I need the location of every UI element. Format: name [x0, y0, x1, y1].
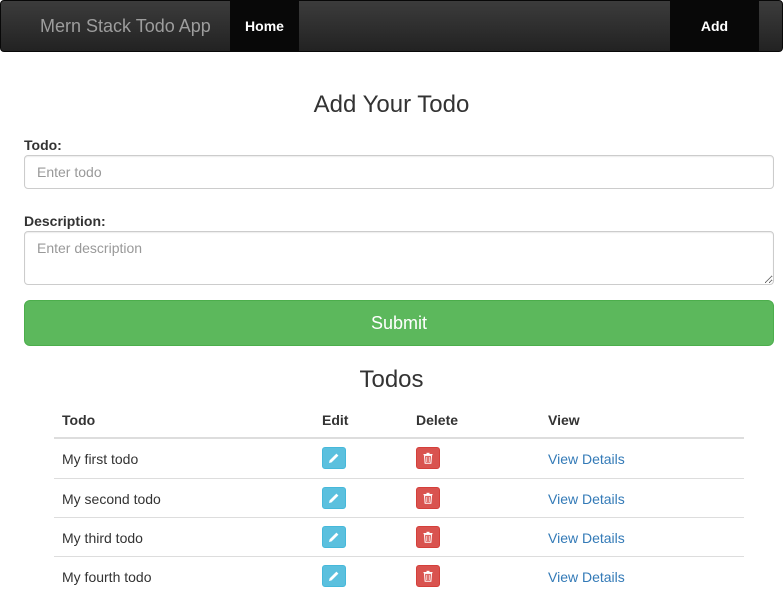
- table-header: Todo Edit Delete View: [54, 400, 744, 439]
- edit-button[interactable]: [322, 447, 346, 469]
- todo-text: My second todo: [62, 491, 161, 507]
- form-title: Add Your Todo: [313, 91, 470, 118]
- table-row: My first todo View Details: [54, 439, 744, 478]
- trash-icon: [422, 570, 434, 582]
- view-details-link[interactable]: View Details: [548, 491, 625, 507]
- edit-button[interactable]: [322, 565, 346, 587]
- header-delete: Delete: [416, 412, 459, 428]
- header-view: View: [548, 412, 580, 428]
- table-row: My fourth todo View Details: [54, 556, 744, 595]
- delete-button[interactable]: [416, 447, 440, 469]
- description-textarea[interactable]: [24, 231, 774, 285]
- nav-add-todo-link[interactable]: Add Todo: [670, 1, 759, 84]
- todo-input[interactable]: [24, 155, 774, 189]
- table-row: My third todo View Details: [54, 517, 744, 556]
- trash-icon: [422, 531, 434, 543]
- delete-button[interactable]: [416, 526, 440, 548]
- pencil-icon: [328, 531, 340, 543]
- navbar-brand[interactable]: Mern Stack Todo App: [40, 1, 211, 51]
- todo-text: My third todo: [62, 530, 143, 546]
- table-body: My first todo View Details My second todo V…: [54, 439, 744, 595]
- delete-button[interactable]: [416, 565, 440, 587]
- navbar: Mern Stack Todo App Home Add Todo: [0, 0, 783, 84]
- delete-button[interactable]: [416, 487, 440, 509]
- submit-button[interactable]: Submit: [24, 300, 774, 346]
- pencil-icon: [328, 452, 340, 464]
- pencil-icon: [328, 570, 340, 582]
- trash-icon: [422, 452, 434, 464]
- todos-title: Todos: [359, 366, 424, 393]
- header-todo: Todo: [62, 412, 96, 428]
- edit-button[interactable]: [322, 487, 346, 509]
- pencil-icon: [328, 492, 340, 504]
- todos-table: Todo Edit Delete View My first todo View …: [54, 400, 744, 595]
- table-row: My second todo View Details: [54, 478, 744, 517]
- todo-text: My first todo: [62, 451, 139, 467]
- header-edit: Edit: [322, 412, 349, 428]
- edit-button[interactable]: [322, 526, 346, 548]
- description-label: Description:: [24, 213, 106, 229]
- view-details-link[interactable]: View Details: [548, 451, 625, 467]
- nav-home-link[interactable]: Home: [230, 1, 299, 51]
- todo-label: Todo:: [24, 137, 62, 153]
- view-details-link[interactable]: View Details: [548, 530, 625, 546]
- trash-icon: [422, 492, 434, 504]
- view-details-link[interactable]: View Details: [548, 569, 625, 585]
- todo-text: My fourth todo: [62, 569, 152, 585]
